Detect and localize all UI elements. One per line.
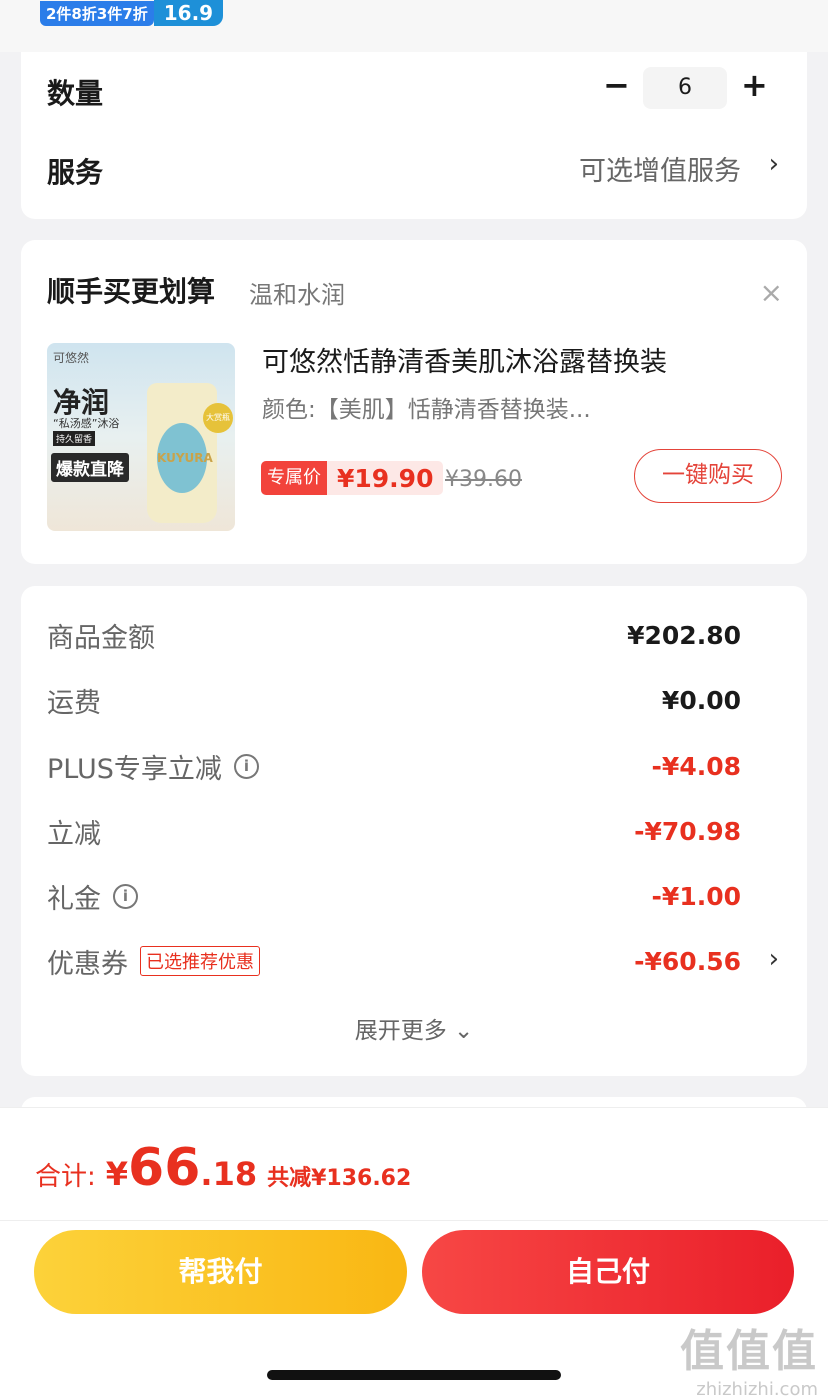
- quantity-plus-button[interactable]: +: [741, 66, 768, 104]
- image-hot-badge: 爆款直降: [51, 453, 129, 482]
- price-summary-card: 商品金额 ¥202.80 运费 ¥0.00 PLUS专享立减 i -¥4.08 …: [21, 586, 807, 1076]
- total-label: 合计:: [35, 1162, 96, 1192]
- promo-banner[interactable]: 2件8折3件7折 16.9: [40, 0, 224, 26]
- promo-text: 2件8折3件7折: [40, 0, 154, 26]
- award-seal-icon: 大赏瓶: [203, 403, 233, 433]
- total-integer: 66: [128, 1138, 201, 1198]
- image-subtext: “私汤感”沐浴: [53, 417, 120, 430]
- service-label: 服务: [47, 156, 104, 189]
- exclusive-price-value: ¥19.90: [337, 463, 434, 493]
- coupon-row[interactable]: 优惠券 已选推荐优惠 -¥60.56: [47, 941, 741, 981]
- summary-label-text: 商品金额: [47, 622, 155, 654]
- exclusive-price-tag: 专属价 ¥19.90: [261, 461, 444, 495]
- summary-row: 商品金额 ¥202.80: [47, 615, 741, 655]
- coupon-recommended-tag: 已选推荐优惠: [140, 946, 260, 976]
- summary-value: -¥4.08: [651, 751, 741, 781]
- summary-label-text: 立减: [47, 818, 101, 850]
- total-decimal: .18: [200, 1155, 258, 1193]
- close-icon[interactable]: ×: [760, 276, 783, 309]
- bottle-label: KUYURA: [157, 423, 213, 493]
- summary-label-text: 礼金: [47, 883, 101, 915]
- watermark-url: zhizhizhi.com: [696, 1379, 818, 1397]
- recommend-title: 顺手买更划算: [47, 275, 216, 308]
- help-me-pay-button[interactable]: 帮我付: [34, 1230, 407, 1314]
- total-saved: 共减¥136.62: [267, 1166, 412, 1191]
- summary-row: 礼金 i -¥1.00: [47, 876, 741, 916]
- total-amount: 合计: ¥ 66 .18 共减¥136.62: [35, 1138, 411, 1198]
- summary-row: 运费 ¥0.00: [47, 680, 741, 720]
- service-value[interactable]: 可选增值服务: [579, 149, 741, 188]
- summary-label: 运费: [47, 681, 101, 720]
- divider: [0, 1220, 828, 1221]
- summary-value: ¥202.80: [627, 620, 741, 650]
- summary-label: 礼金 i: [47, 877, 138, 916]
- image-tag: 持久留香: [53, 431, 96, 446]
- summary-value: -¥60.56: [634, 946, 741, 976]
- summary-label-text: PLUS专享立减: [47, 753, 222, 785]
- info-icon[interactable]: i: [113, 883, 138, 909]
- original-price: ¥39.60: [445, 467, 522, 492]
- summary-label-text: 优惠券: [47, 948, 128, 980]
- quantity-value[interactable]: 6: [643, 67, 727, 109]
- recommend-subtitle: 温和水润: [249, 281, 345, 309]
- summary-row: 立减 -¥70.98: [47, 811, 741, 851]
- exclusive-price-label: 专属价: [261, 461, 327, 495]
- recommend-card: 顺手买更划算 温和水润 × 可悠然 净润 “私汤感”沐浴 持久留香 爆款直降 K…: [21, 240, 807, 564]
- summary-row: PLUS专享立减 i -¥4.08: [47, 746, 741, 786]
- pay-myself-button[interactable]: 自己付: [422, 1230, 794, 1314]
- summary-label: 商品金额: [47, 616, 155, 655]
- promo-badge: 16.9: [153, 0, 224, 26]
- watermark: 值值值 zhizhizhi.com: [680, 1315, 818, 1397]
- summary-label: 优惠券 已选推荐优惠: [47, 942, 260, 981]
- expand-more-button[interactable]: 展开更多 ⌄: [21, 1011, 807, 1045]
- summary-value: -¥70.98: [634, 816, 741, 846]
- home-indicator[interactable]: [267, 1370, 561, 1380]
- summary-label: PLUS专享立减 i: [47, 747, 259, 786]
- image-brand-text: 可悠然: [53, 351, 90, 365]
- summary-value: ¥0.00: [661, 685, 741, 715]
- one-click-buy-button[interactable]: 一键购买: [634, 449, 782, 503]
- service-chevron-icon[interactable]: ›: [769, 149, 779, 179]
- top-strip: 2件8折3件7折 16.9: [0, 0, 828, 52]
- summary-label: 立减: [47, 812, 101, 851]
- product-image[interactable]: 可悠然 净润 “私汤感”沐浴 持久留香 爆款直降 KUYURA 大赏瓶: [47, 343, 235, 531]
- quantity-minus-button[interactable]: −: [603, 66, 630, 104]
- quantity-label: 数量: [47, 77, 104, 110]
- total-currency: ¥: [105, 1155, 129, 1193]
- info-icon[interactable]: i: [233, 753, 259, 779]
- product-name[interactable]: 可悠然恬静清香美肌沐浴露替换装: [262, 340, 667, 379]
- coupon-chevron-icon[interactable]: ›: [769, 944, 779, 974]
- summary-label-text: 运费: [47, 687, 101, 719]
- watermark-logo: 值值值: [680, 1326, 818, 1377]
- quantity-service-card: 数量 − 6 + 服务 可选增值服务 ›: [21, 52, 807, 219]
- product-spec[interactable]: 颜色:【美肌】恬静清香替换装...: [262, 390, 591, 424]
- summary-value: -¥1.00: [651, 881, 741, 911]
